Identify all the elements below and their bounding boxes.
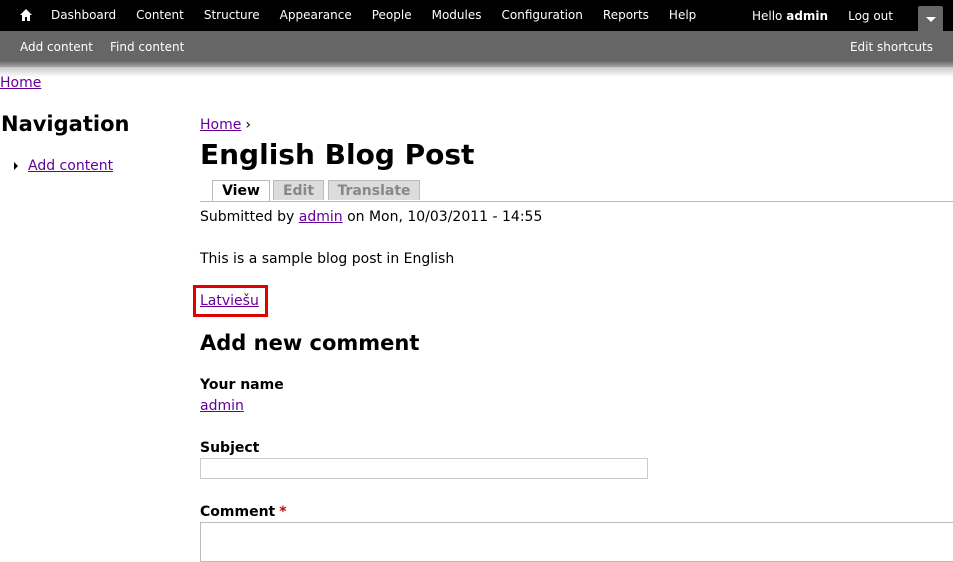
comment-form-title: Add new comment bbox=[200, 331, 420, 355]
toolbar-item-help[interactable]: Help bbox=[659, 0, 706, 31]
submitted-info: Submitted by admin on Mon, 10/03/2011 - … bbox=[200, 209, 542, 225]
comment-label: Comment bbox=[200, 504, 276, 520]
breadcrumb-home-link[interactable]: Home bbox=[200, 117, 241, 133]
shortcuts-links: Add content Find content bbox=[10, 40, 191, 54]
breadcrumb: Home › bbox=[200, 117, 251, 133]
toolbar-item-modules[interactable]: Modules bbox=[422, 0, 492, 31]
toolbar-item-structure[interactable]: Structure bbox=[194, 0, 270, 31]
admin-toolbar: Dashboard Content Structure Appearance P… bbox=[0, 0, 953, 31]
submitted-date: on Mon, 10/03/2011 - 14:55 bbox=[347, 209, 543, 225]
greeting: Hello admin bbox=[742, 9, 838, 23]
sidebar-link-add-content[interactable]: Add content bbox=[28, 158, 113, 174]
toolbar-shadow bbox=[0, 67, 953, 77]
toolbar-item-reports[interactable]: Reports bbox=[593, 0, 659, 31]
greeting-prefix: Hello bbox=[751, 8, 783, 23]
bullet-icon bbox=[14, 162, 18, 170]
toolbar-item-people[interactable]: People bbox=[362, 0, 422, 31]
edit-shortcuts-link[interactable]: Edit shortcuts bbox=[850, 40, 933, 54]
required-mark: * bbox=[279, 504, 287, 520]
language-link-latviesu[interactable]: Latviešu bbox=[200, 293, 259, 309]
account-menu: Hello admin Log out bbox=[742, 0, 903, 31]
post-body: This is a sample blog post in English bbox=[200, 251, 455, 267]
local-tasks-tabs: View Edit Translate bbox=[200, 180, 953, 202]
your-name-link[interactable]: admin bbox=[200, 398, 244, 414]
toolbar-item-dashboard[interactable]: Dashboard bbox=[41, 0, 126, 31]
tab-edit[interactable]: Edit bbox=[273, 180, 324, 200]
toolbar-item-content[interactable]: Content bbox=[126, 0, 194, 31]
breadcrumb-separator: › bbox=[245, 117, 251, 133]
shortcut-find-content[interactable]: Find content bbox=[100, 40, 191, 54]
toolbar-item-configuration[interactable]: Configuration bbox=[492, 0, 593, 31]
username[interactable]: admin bbox=[786, 9, 828, 23]
toolbar-item-appearance[interactable]: Appearance bbox=[270, 0, 362, 31]
logout-link[interactable]: Log out bbox=[838, 9, 903, 23]
comment-label-row: Comment * bbox=[200, 504, 287, 520]
sidebar-item-add-content: Add content bbox=[14, 158, 113, 174]
submitted-prefix: Submitted by bbox=[200, 209, 295, 225]
shortcuts-bar: Add content Find content Edit shortcuts bbox=[0, 31, 953, 69]
shortcut-add-content[interactable]: Add content bbox=[10, 40, 100, 54]
tab-translate[interactable]: Translate bbox=[328, 180, 420, 200]
comment-textarea[interactable] bbox=[200, 522, 953, 562]
page-title: English Blog Post bbox=[200, 138, 475, 171]
site-home-link[interactable]: Home bbox=[0, 75, 41, 91]
your-name-label: Your name bbox=[200, 377, 284, 393]
sidebar-title: Navigation bbox=[1, 112, 130, 136]
tab-view[interactable]: View bbox=[212, 180, 270, 201]
author-link[interactable]: admin bbox=[299, 209, 343, 225]
subject-input[interactable] bbox=[200, 458, 648, 479]
shortcuts-toggle-button[interactable] bbox=[918, 6, 943, 31]
home-icon[interactable] bbox=[20, 9, 32, 21]
subject-label: Subject bbox=[200, 440, 260, 456]
toolbar-menu: Dashboard Content Structure Appearance P… bbox=[41, 0, 706, 31]
